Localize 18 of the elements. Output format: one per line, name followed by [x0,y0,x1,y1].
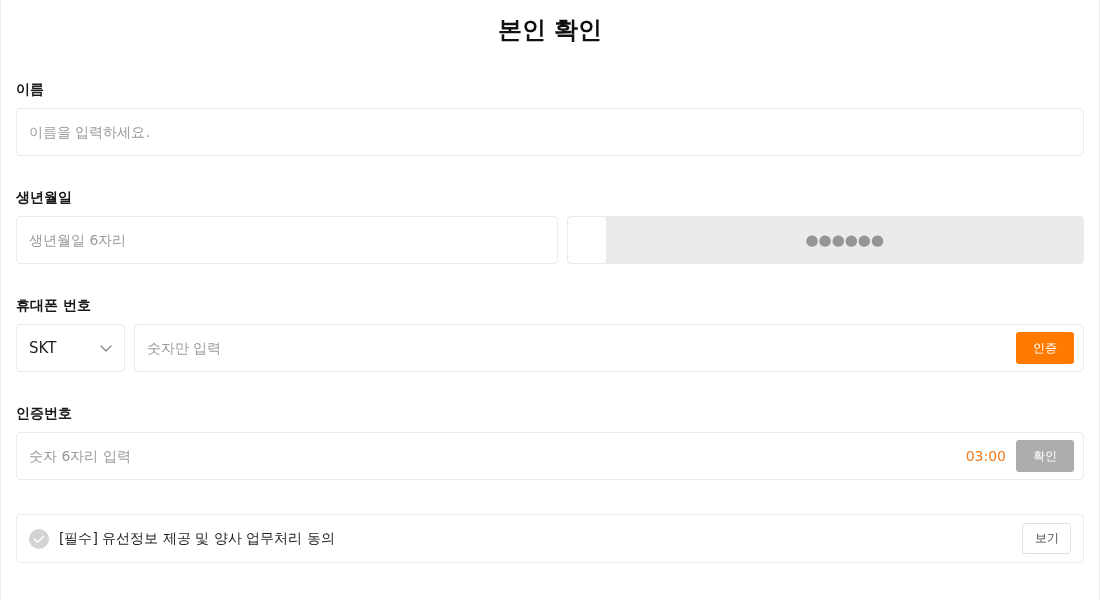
chevron-down-icon [100,344,112,352]
carrier-select[interactable]: SKT [16,324,125,372]
phone-number-field[interactable]: 숫자만 입력 인증 [134,324,1084,372]
check-circle-icon[interactable] [29,528,49,549]
field-label: 휴대폰 번호 [16,296,91,315]
page-title: 본인 확인 [497,15,603,46]
countdown-timer: 03:00 [965,448,1006,464]
view-button[interactable]: 보기 [1022,523,1071,554]
verify-button[interactable]: 인증 [1016,332,1074,364]
phone-number-input[interactable]: 숫자만 입력 [135,325,1006,371]
field-label: 생년월일 [16,188,72,207]
name-input-field[interactable]: 이름을 입력하세요. [16,108,1084,156]
agreement-text: [필수] 유선정보 제공 및 양사 업무처리 동의 [59,529,335,548]
masked-digits: ●●●●●● [805,231,884,249]
birthdate-input-field[interactable]: 생년월일 6자리 [16,216,558,264]
code-input[interactable]: 숫자 6자리 입력 [17,433,956,479]
field-label: 이름 [16,80,44,99]
field-label: 인증번호 [16,404,72,423]
